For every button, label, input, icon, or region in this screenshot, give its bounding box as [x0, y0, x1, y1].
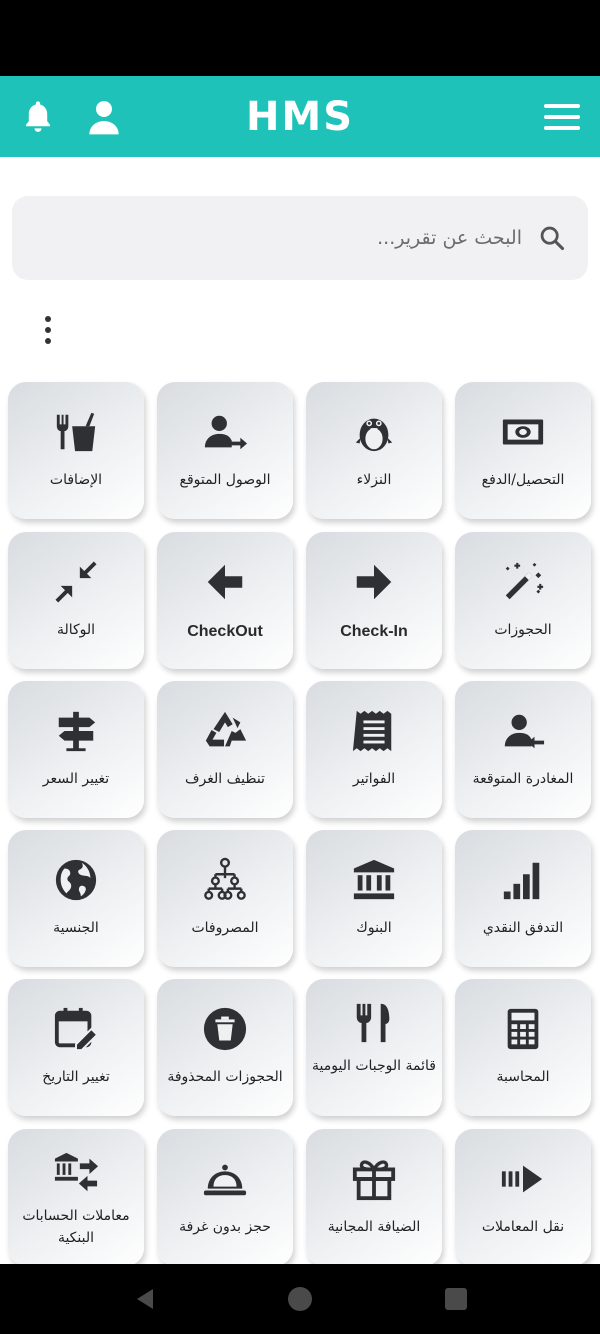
- home-button[interactable]: [287, 1286, 313, 1312]
- person-arrow-right-icon: [199, 406, 251, 458]
- arrow-right-icon: [348, 556, 400, 608]
- signal-bars-icon: [497, 854, 549, 906]
- report-tile-label: المصروفات: [191, 920, 259, 936]
- more-vertical-icon: [45, 316, 51, 322]
- report-tile[interactable]: الضيافة المجانية: [306, 1129, 442, 1266]
- calendar-edit-icon: [50, 1003, 102, 1055]
- report-tile-label: CheckOut: [187, 623, 263, 640]
- report-tile[interactable]: الحجوزات: [455, 532, 591, 669]
- search-icon: [540, 226, 565, 251]
- signpost-icon: [50, 705, 102, 757]
- report-tile-label: الوصول المتوقع: [179, 472, 271, 488]
- collapse-icon: [50, 556, 102, 608]
- notifications-button[interactable]: [20, 97, 56, 137]
- room-service-icon: [199, 1153, 251, 1205]
- report-tile[interactable]: المحاسبة: [455, 979, 591, 1116]
- report-tile-label: التحصيل/الدفع: [481, 472, 565, 488]
- hamburger-menu-icon: [544, 103, 580, 130]
- report-tile-label: المحاسبة: [496, 1069, 550, 1085]
- report-tile[interactable]: الجنسية: [8, 830, 144, 967]
- home-circle-icon: [288, 1287, 312, 1311]
- profile-button[interactable]: [86, 97, 122, 137]
- report-tile[interactable]: الوصول المتوقع: [157, 382, 293, 519]
- report-tile[interactable]: تغيير التاريخ: [8, 979, 144, 1116]
- report-tile[interactable]: تغيير السعر: [8, 681, 144, 818]
- report-tile-label: التدفق النقدي: [482, 920, 564, 936]
- report-tile[interactable]: معاملات الحسابات البنكية: [8, 1129, 144, 1266]
- search-bar[interactable]: البحث عن تقرير...: [12, 196, 588, 280]
- report-tile[interactable]: الوكالة: [8, 532, 144, 669]
- trash-circle-icon: [199, 1003, 251, 1055]
- report-tile-label: الجنسية: [53, 920, 99, 936]
- report-tile[interactable]: Check-In: [306, 532, 442, 669]
- calculator-icon: [497, 1003, 549, 1055]
- report-tile[interactable]: تنظيف الغرف: [157, 681, 293, 818]
- report-tile-label: الحجوزات المحذوفة: [167, 1069, 283, 1085]
- report-tile-label: الإضافات: [49, 472, 103, 488]
- status-bar: [0, 0, 600, 76]
- restaurant-drink-icon: [50, 406, 102, 458]
- report-tile[interactable]: CheckOut: [157, 532, 293, 669]
- app-bar-actions: [20, 97, 122, 137]
- more-options-button[interactable]: [34, 310, 62, 350]
- penguin-icon: [348, 406, 400, 458]
- recents-square-icon: [445, 1288, 467, 1310]
- report-tile-label: تغيير التاريخ: [42, 1069, 110, 1085]
- user-icon: [89, 100, 119, 134]
- report-tile[interactable]: نقل المعاملات: [455, 1129, 591, 1266]
- report-tile-label: تنظيف الغرف: [185, 771, 265, 787]
- arrow-left-icon: [199, 556, 251, 608]
- report-tile-label: الفواتير: [352, 771, 396, 787]
- report-tile-label: النزلاء: [356, 472, 392, 488]
- bell-icon: [25, 100, 51, 132]
- money-icon: [497, 406, 549, 458]
- report-tile-label: الضيافة المجانية: [327, 1219, 421, 1235]
- report-tile-label: حجز بدون غرفة: [179, 1219, 271, 1235]
- report-tile[interactable]: التدفق النقدي: [455, 830, 591, 967]
- report-tile[interactable]: التحصيل/الدفع: [455, 382, 591, 519]
- bank-transfer-icon: [50, 1147, 102, 1199]
- recycle-icon: [199, 705, 251, 757]
- report-tile[interactable]: المصروفات: [157, 830, 293, 967]
- report-tile[interactable]: حجز بدون غرفة: [157, 1129, 293, 1266]
- system-nav-bar: [0, 1264, 600, 1334]
- report-tile-label: قائمة الوجبات اليومية: [312, 1058, 436, 1074]
- app-bar: HMS: [0, 76, 600, 157]
- report-tile[interactable]: قائمة الوجبات اليومية: [306, 979, 442, 1116]
- magic-wand-icon: [497, 556, 549, 608]
- report-tile-label: الوكالة: [56, 622, 96, 638]
- fork-knife-icon: [348, 997, 400, 1049]
- report-tile-label: معاملات الحسابات البنكية: [22, 1208, 130, 1246]
- report-tile[interactable]: المغادرة المتوقعة: [455, 681, 591, 818]
- back-button[interactable]: [132, 1286, 158, 1312]
- report-tile-label: Check-In: [340, 623, 408, 640]
- report-tile[interactable]: الحجوزات المحذوفة: [157, 979, 293, 1116]
- report-tile-label: المغادرة المتوقعة: [472, 771, 574, 787]
- report-tile[interactable]: النزلاء: [306, 382, 442, 519]
- report-tile[interactable]: الفواتير: [306, 681, 442, 818]
- report-tile[interactable]: البنوك: [306, 830, 442, 967]
- gift-icon: [348, 1153, 400, 1205]
- menu-button[interactable]: [544, 97, 580, 137]
- back-triangle-icon: [137, 1289, 153, 1309]
- receipt-icon: [348, 705, 400, 757]
- report-tile-label: الحجوزات: [494, 622, 552, 638]
- report-tile-label: تغيير السعر: [42, 771, 110, 787]
- search-input[interactable]: البحث عن تقرير...: [377, 227, 522, 249]
- bank-icon: [348, 854, 400, 906]
- transfer-arrow-icon: [497, 1153, 549, 1205]
- report-tile-label: نقل المعاملات: [481, 1219, 565, 1235]
- report-tile[interactable]: الإضافات: [8, 382, 144, 519]
- hierarchy-icon: [199, 854, 251, 906]
- report-tile-label: البنوك: [356, 920, 392, 936]
- globe-icon: [50, 854, 102, 906]
- person-arrow-left-icon: [497, 705, 549, 757]
- recents-button[interactable]: [443, 1286, 469, 1312]
